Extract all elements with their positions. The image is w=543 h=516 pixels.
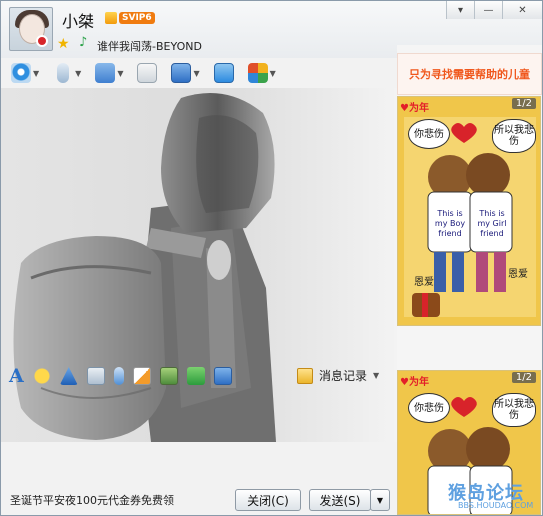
brand-label: ♥为年: [400, 103, 429, 114]
screen-capture-icon[interactable]: [213, 367, 232, 385]
show-card-preview[interactable]: ♥为年 1/2 你悲伤 所以我悲伤 猴岛论坛 BBS.HOUDAO.COM: [397, 370, 541, 515]
speech-bubble-right: 所以我悲伤: [492, 393, 536, 427]
chevron-down-icon[interactable]: ▼: [117, 69, 123, 78]
send-options-chevron-icon[interactable]: ▼: [370, 489, 390, 511]
history-label: 消息记录: [319, 369, 368, 383]
page-counter: 1/2: [511, 98, 536, 109]
remote-assist-button[interactable]: ▼: [171, 61, 200, 85]
share-screen-button[interactable]: [213, 61, 234, 85]
apps-button[interactable]: ▼: [247, 61, 276, 85]
promo-link[interactable]: 圣诞节平安夜100元代金券免费领: [10, 492, 174, 508]
send-button[interactable]: 发送(S): [309, 489, 371, 511]
voice-call-button[interactable]: ▼: [53, 61, 81, 85]
tag-right: 恩爱: [508, 269, 528, 280]
gift-icon[interactable]: [186, 367, 205, 385]
tag-left: 恩爱: [414, 277, 434, 288]
close-icon[interactable]: ✕: [502, 1, 542, 19]
window-controls: ▾ — ✕: [446, 1, 542, 19]
speech-bubble-left: 你悲伤: [408, 393, 450, 423]
music-note-icon[interactable]: ♪: [79, 36, 93, 50]
show-card[interactable]: ♥为年 1/2 你悲伤 所以我悲伤 This is my Boy friend …: [397, 96, 541, 326]
bottom-bar: 圣诞节平安夜100元代金券免费领 关闭(C) 发送(S) ▼: [1, 485, 397, 515]
watermark-url: BBS.HOUDAO.COM: [458, 501, 534, 510]
menu-icon[interactable]: ▾: [446, 1, 474, 19]
speech-bubble-right: 所以我悲伤: [492, 119, 536, 153]
handwrite-icon[interactable]: [132, 367, 151, 385]
microphone-icon: [57, 63, 70, 83]
contact-name[interactable]: 小桀: [62, 8, 94, 32]
chat-window: 小桀 SVIP6 ★ ♪ 谁伴我闯荡-BEYOND ▾ — ✕ ▼ ▼ ▼ ▼ …: [0, 0, 543, 516]
svip-label: SVIP6: [119, 12, 155, 24]
emoji-icon[interactable]: [32, 367, 51, 385]
crown-icon: [105, 12, 117, 24]
busy-status-icon: [36, 35, 48, 47]
apps-grid-icon: [247, 63, 268, 83]
chevron-down-icon[interactable]: ▼: [270, 69, 276, 78]
history-icon: [297, 367, 313, 384]
send-file-button[interactable]: ▼: [95, 61, 123, 85]
font-button[interactable]: A: [9, 365, 24, 387]
voice-message-icon[interactable]: [113, 367, 124, 385]
chevron-down-icon[interactable]: ▼: [193, 69, 199, 78]
message-history-button[interactable]: 消息记录 ▼: [297, 367, 379, 384]
page-counter: 1/2: [511, 372, 536, 383]
brand-label: ♥为年: [400, 377, 429, 388]
screen-share-icon: [213, 63, 234, 83]
ring-icon[interactable]: [59, 367, 78, 385]
contact-signature: 谁伴我闯荡-BEYOND: [97, 40, 202, 53]
screenshot-icon[interactable]: [86, 367, 105, 385]
star-icon[interactable]: ★: [57, 37, 71, 51]
right-panel: 只为寻找需要帮助的儿童 ♥为年 1/2 你悲伤 所以我悲伤 This is my…: [397, 45, 542, 515]
chevron-down-icon[interactable]: ▼: [373, 371, 379, 380]
camera-icon: [11, 63, 31, 83]
chevron-down-icon[interactable]: ▼: [75, 69, 81, 78]
minimize-icon[interactable]: —: [474, 1, 502, 19]
sms-button[interactable]: [137, 61, 158, 85]
svip-badge[interactable]: SVIP6: [105, 10, 155, 26]
video-call-button[interactable]: ▼: [11, 61, 39, 85]
chat-toolbar: ▼ ▼ ▼ ▼ ▼: [1, 58, 397, 88]
shirt-text-right: This is my Girl friend: [477, 209, 507, 238]
message-input[interactable]: [1, 388, 397, 480]
shirt-text-left: This is my Boy friend: [434, 209, 466, 238]
monitor-icon: [171, 63, 192, 83]
image-icon[interactable]: [159, 367, 178, 385]
folder-arrow-icon: [95, 63, 116, 83]
charity-banner[interactable]: 只为寻找需要帮助的儿童: [397, 53, 542, 95]
chat-plus-icon: [137, 63, 158, 83]
speech-bubble-left: 你悲伤: [408, 119, 450, 149]
chevron-down-icon[interactable]: ▼: [33, 69, 39, 78]
close-button[interactable]: 关闭(C): [235, 489, 301, 511]
